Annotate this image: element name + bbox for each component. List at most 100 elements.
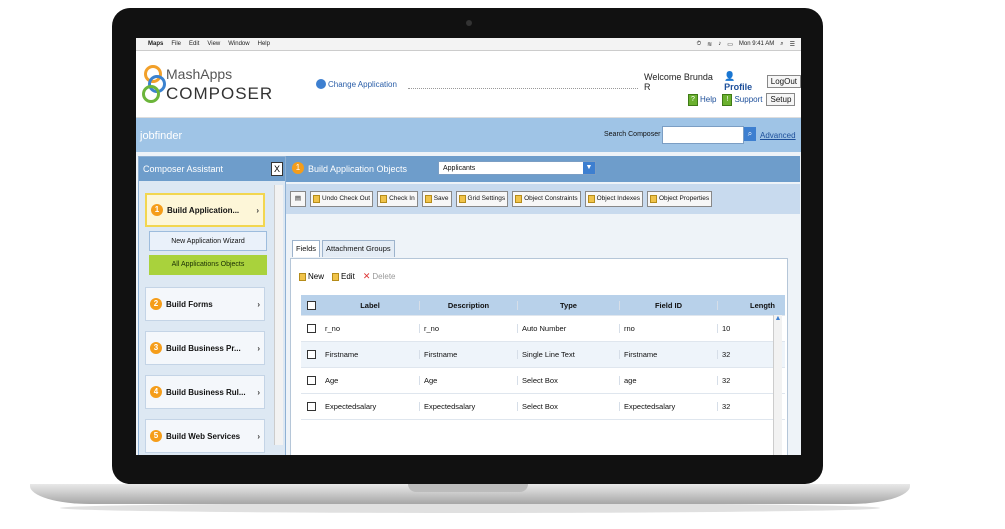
wifi-icon[interactable]: ≋ <box>707 41 712 48</box>
step-build-web-services[interactable]: 5 Build Web Services › <box>145 419 265 453</box>
list-icon[interactable]: ☰ <box>790 41 795 48</box>
object-select-value: Applicants <box>443 165 476 172</box>
menu-maps[interactable]: Maps <box>148 41 163 47</box>
table-row[interactable]: r_no r_no Auto Number rno 10 <box>301 316 785 342</box>
setup-button[interactable]: Setup <box>766 93 796 106</box>
spotlight-icon[interactable]: ⌕ <box>780 41 783 48</box>
column-header[interactable]: Description <box>419 300 517 310</box>
menubar-clock[interactable]: Mon 9:41 AM <box>739 41 774 47</box>
cell-field-id: age <box>619 376 717 385</box>
logout-button[interactable]: LogOut <box>766 75 801 88</box>
cell-description: Expectedsalary <box>419 402 517 411</box>
tab-attachment-groups[interactable]: Attachment Groups <box>322 240 395 257</box>
menu-window[interactable]: Window <box>228 41 249 47</box>
support-link[interactable]: Support <box>734 95 762 104</box>
row-checkbox[interactable] <box>306 324 316 333</box>
column-header[interactable]: Length <box>717 300 777 310</box>
toolbar-label: Object Indexes <box>596 195 640 202</box>
edit-button[interactable]: Edit <box>332 271 355 282</box>
mashapps-logo: MashApps COMPOSER <box>142 63 272 109</box>
sidebar-scrollbar[interactable] <box>274 185 283 445</box>
menu-file[interactable]: File <box>171 41 181 47</box>
app-header: MashApps COMPOSER Change Application Wel… <box>136 51 801 118</box>
cell-description: Age <box>419 376 517 385</box>
step-number-badge: 2 <box>150 298 162 310</box>
chevron-right-icon: › <box>257 299 260 309</box>
toolbar-label: Check In <box>389 195 415 202</box>
properties-icon <box>649 195 657 203</box>
fields-panel: New Edit ✕ Delete Label Description Type … <box>290 258 788 455</box>
new-button[interactable]: New <box>299 271 324 282</box>
all-application-objects-link[interactable]: All Applications Objects <box>149 255 267 275</box>
table-row[interactable]: Expectedsalary Expectedsalary Select Box… <box>301 394 785 420</box>
cell-type: Single Line Text <box>517 350 619 359</box>
logo-rings-icon <box>142 65 166 105</box>
change-application-link[interactable]: Change Application <box>316 79 397 89</box>
composer-assistant-panel: Composer Assistant X 1 Build Application… <box>138 156 286 455</box>
advanced-search-link[interactable]: Advanced <box>760 131 796 140</box>
help-icon: ? <box>688 93 698 106</box>
menu-help[interactable]: Help <box>258 41 270 47</box>
help-link[interactable]: Help <box>700 95 716 104</box>
cell-type: Auto Number <box>517 324 619 333</box>
search-bar: jobfinder Search Composer ⌕ Advanced <box>136 118 801 152</box>
step-label: Build Web Services <box>166 431 241 441</box>
step-build-forms[interactable]: 2 Build Forms › <box>145 287 265 321</box>
check-in-button[interactable]: Check In <box>377 191 418 207</box>
table-scrollbar[interactable]: ▲ <box>773 315 782 455</box>
main-header: 1 Build Application Objects Applicants ▼ <box>286 156 800 182</box>
welcome-area: Welcome Brunda R 👤 Profile LogOut <box>644 71 801 92</box>
delete-button[interactable]: ✕ Delete <box>363 271 396 282</box>
row-checkbox[interactable] <box>306 402 316 411</box>
object-select[interactable]: Applicants ▼ <box>438 161 596 175</box>
step-build-application[interactable]: 1 Build Application... › <box>145 193 265 227</box>
battery-icon[interactable]: ▭ <box>727 41 733 48</box>
object-constraints-button[interactable]: Object Constraints <box>512 191 581 207</box>
object-indexes-button[interactable]: Object Indexes <box>584 191 643 207</box>
menu-view[interactable]: View <box>207 41 220 47</box>
search-button-icon[interactable]: ⌕ <box>744 127 756 141</box>
step-build-business-rules[interactable]: 4 Build Business Rul... › <box>145 375 265 409</box>
cell-field-id: rno <box>619 324 717 333</box>
grid-settings-button[interactable]: Grid Settings <box>455 191 509 207</box>
step-build-business-processes[interactable]: 3 Build Business Pr... › <box>145 331 265 365</box>
camera-dot <box>466 20 472 26</box>
cell-length: 32 <box>717 376 777 385</box>
undo-checkout-button[interactable]: Undo Check Out <box>310 191 374 207</box>
cell-description: r_no <box>419 324 517 333</box>
cell-description: Firstname <box>419 350 517 359</box>
row-checkbox[interactable] <box>306 350 316 359</box>
delete-icon: ✕ <box>362 271 371 281</box>
grid-icon <box>458 195 466 203</box>
column-header[interactable]: Type <box>517 300 619 310</box>
clock-icon[interactable]: ⏱ <box>696 41 701 48</box>
toolbar-label: Object Properties <box>658 195 710 202</box>
table-row[interactable]: Age Age Select Box age 32 <box>301 368 785 394</box>
chevron-down-icon: ▼ <box>583 162 595 174</box>
screen: Maps File Edit View Window Help ⏱ ≋ ♪ ▭ … <box>136 38 801 455</box>
step-label: Build Forms <box>166 299 213 309</box>
profile-link[interactable]: 👤 Profile <box>724 71 763 92</box>
object-properties-button[interactable]: Object Properties <box>646 191 713 207</box>
column-header[interactable]: Label <box>321 301 419 310</box>
sidebar-header: Composer Assistant X <box>139 157 285 181</box>
cell-label: r_no <box>325 324 341 333</box>
search-input[interactable] <box>662 126 744 144</box>
tab-fields[interactable]: Fields <box>292 240 321 257</box>
table-row[interactable]: Firstname Firstname Single Line Text Fir… <box>301 342 785 368</box>
scroll-up-icon[interactable]: ▲ <box>774 315 782 322</box>
new-application-wizard-link[interactable]: New Application Wizard <box>149 231 267 251</box>
save-button[interactable]: Save <box>421 191 452 207</box>
menu-edit[interactable]: Edit <box>189 41 199 47</box>
chevron-right-icon: › <box>256 205 259 215</box>
select-all-checkbox[interactable] <box>306 300 316 310</box>
help-support-area: ? Help ! Support Setup <box>688 93 796 106</box>
volume-icon[interactable]: ♪ <box>718 41 721 47</box>
welcome-text: Welcome Brunda R <box>644 71 713 92</box>
toolbar-label: Grid Settings <box>467 195 506 202</box>
row-checkbox[interactable] <box>306 376 316 385</box>
sidebar-close-button[interactable]: X <box>271 162 283 176</box>
toolbar-page-icon[interactable]: ▤ <box>290 191 306 207</box>
column-header[interactable]: Field ID <box>619 300 717 310</box>
cell-type: Select Box <box>517 376 619 385</box>
